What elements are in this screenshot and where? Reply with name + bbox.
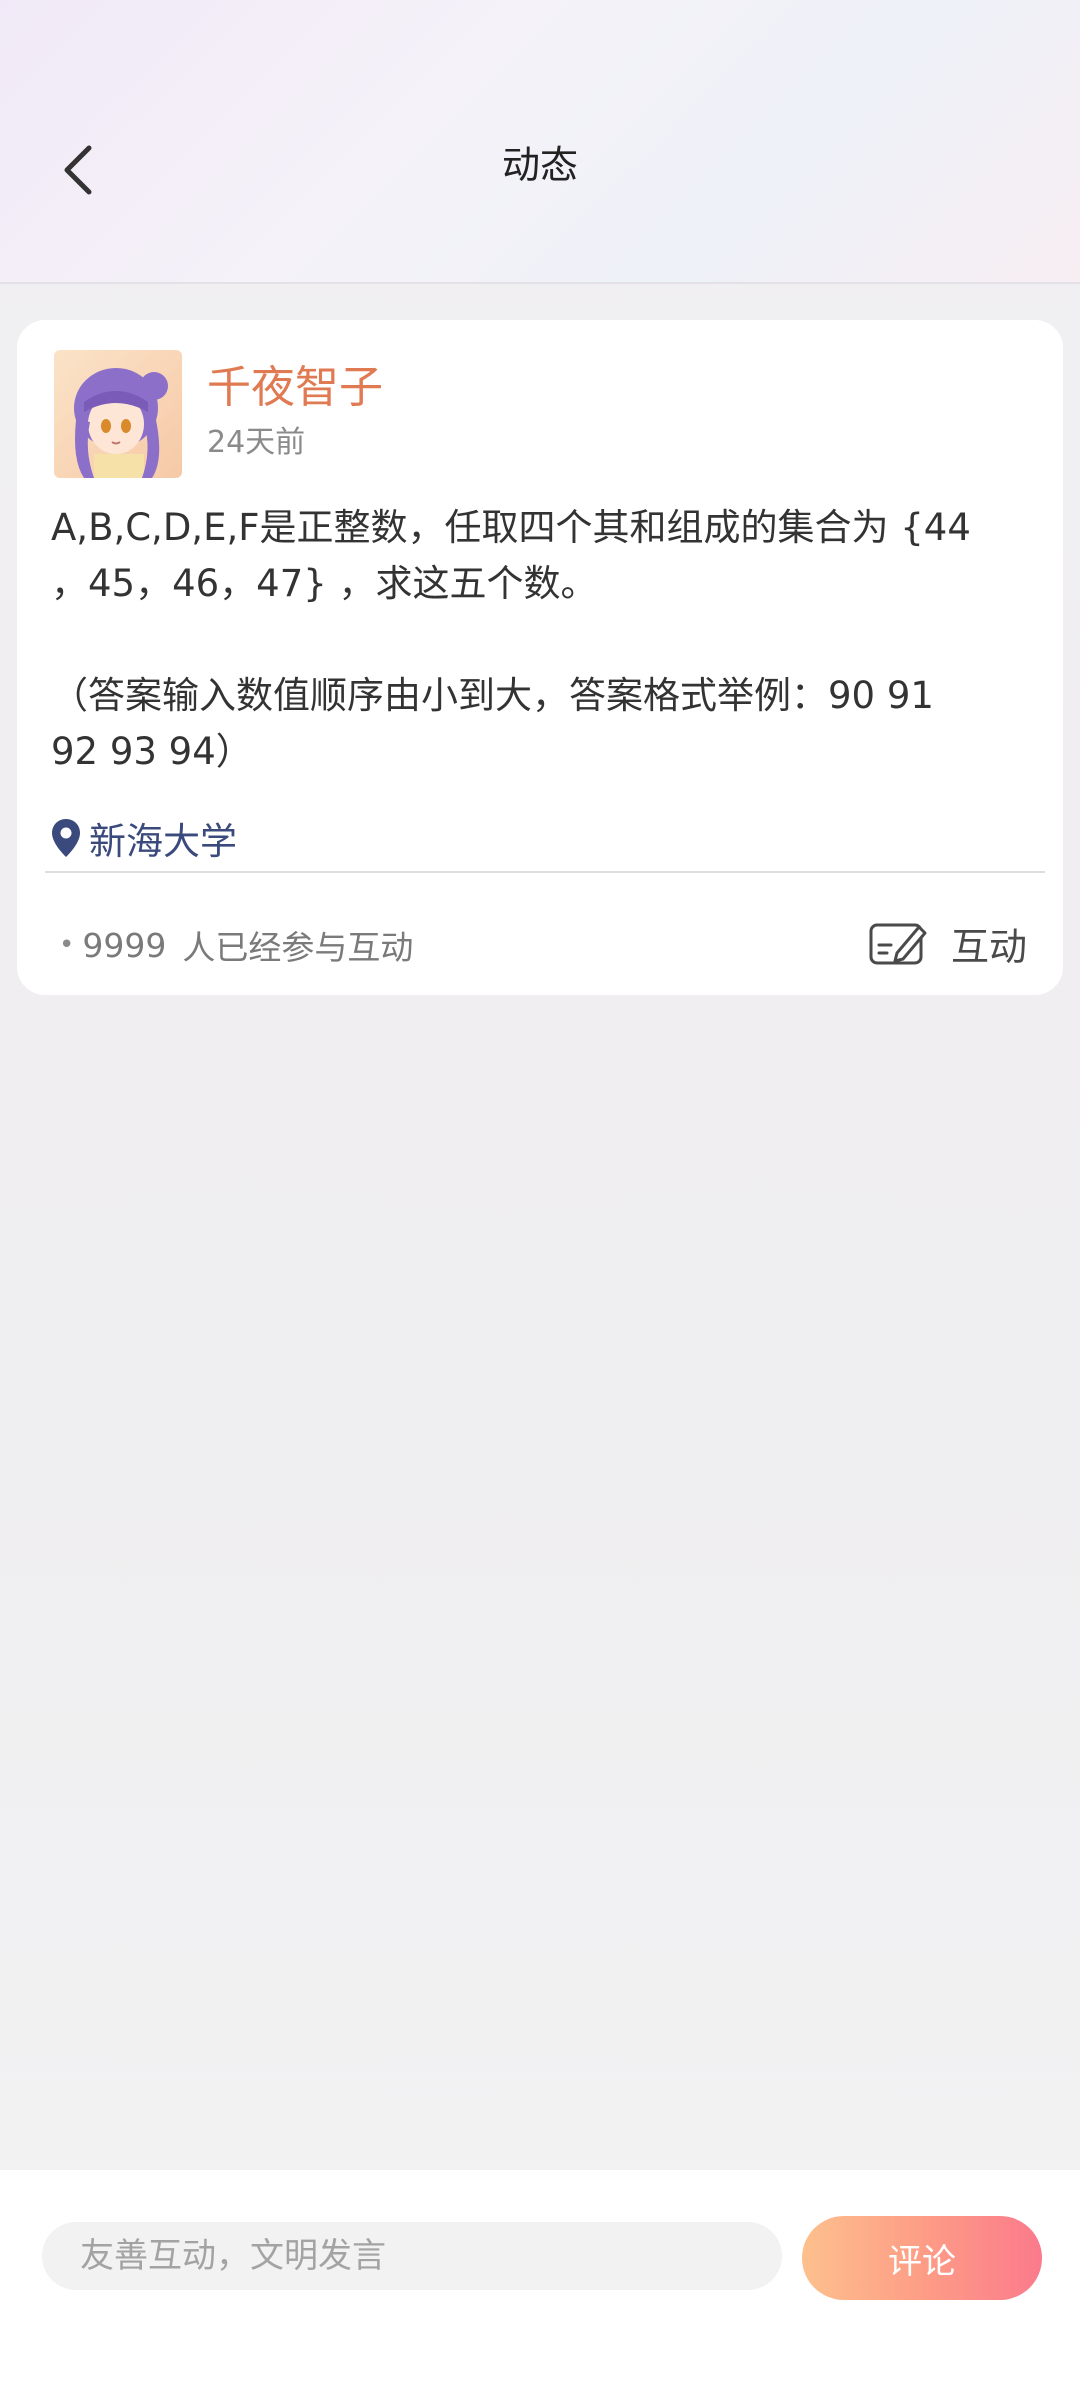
interact-button[interactable]: 互动 — [869, 908, 1027, 978]
post-content: A,B,C,D,E,F是正整数，任取四个其和组成的集合为 {44 ，45，46，… — [51, 500, 1041, 780]
location-pin-icon — [52, 819, 80, 857]
username[interactable]: 千夜智子 — [207, 360, 383, 416]
post-content-line: A,B,C,D,E,F是正整数，任取四个其和组成的集合为 {44 — [51, 506, 971, 549]
post-content-line: ，45，46，47} ，求这五个数。 — [51, 562, 598, 605]
avatar[interactable] — [54, 350, 182, 478]
post-content-line: （答案输入数值顺序由小到大，答案格式举例：90 91 — [51, 674, 934, 717]
participant-text: 人已经参与互动 — [182, 928, 414, 967]
comment-input[interactable] — [42, 2222, 782, 2290]
location-label: 新海大学 — [89, 820, 237, 863]
post-content-line: 92 93 94） — [51, 730, 253, 773]
interact-label: 互动 — [951, 924, 1028, 969]
page-title: 动态 — [501, 143, 578, 187]
participant-count: 9999 — [82, 925, 167, 965]
edit-card-icon — [869, 923, 927, 965]
comment-submit-button[interactable]: 评论 — [802, 2216, 1042, 2300]
page-header: 动态 — [0, 0, 1080, 284]
post-time: 24天前 — [207, 425, 306, 460]
post-card: 千夜智子 24天前 A,B,C,D,E,F是正整数，任取四个其和组成的集合为 {… — [17, 320, 1063, 995]
post-location[interactable]: 新海大学 — [51, 810, 237, 866]
participant-info: • 9999 人已经参与互动 — [59, 920, 413, 970]
bullet-icon: • — [59, 930, 75, 960]
avatar-image — [54, 350, 182, 478]
comment-bar: 评论 — [0, 2170, 1080, 2400]
divider — [45, 871, 1045, 873]
